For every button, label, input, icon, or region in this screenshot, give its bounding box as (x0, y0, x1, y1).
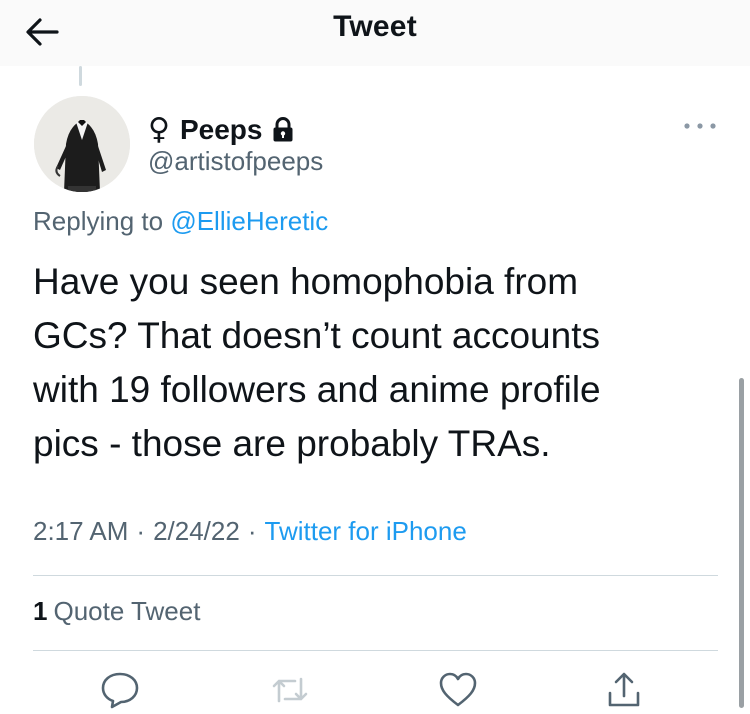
meta-separator: · (247, 516, 257, 546)
venus-symbol: ♀ (148, 112, 170, 147)
tweet-time[interactable]: 2:17 AM (33, 516, 128, 547)
tweet-text: Have you seen homophobia from GCs? That … (33, 261, 601, 464)
page-title: Tweet (333, 10, 417, 43)
author-name-row[interactable]: ♀ Peeps (148, 110, 294, 150)
tweet-source-link[interactable]: Twitter for iPhone (265, 516, 467, 547)
retweet-button (266, 668, 314, 712)
retweet-icon (272, 677, 308, 703)
replying-to-prefix: Replying to (33, 206, 164, 236)
author-handle[interactable]: @artistofpeeps (148, 146, 323, 177)
quote-label: Quote Tweet (53, 596, 201, 626)
thread-connector-line (79, 66, 82, 86)
meta-separator: · (136, 516, 146, 546)
tweet-metadata: 2:17 AM · 2/24/22 · Twitter for iPhone (33, 516, 467, 547)
replying-to-mention[interactable]: @EllieHeretic (170, 206, 328, 236)
like-icon (439, 672, 477, 707)
replying-to-line: Replying to @EllieHeretic (33, 206, 328, 237)
reply-button[interactable] (96, 668, 144, 712)
lock-icon (273, 117, 293, 142)
author-display-name[interactable]: Peeps (180, 114, 263, 146)
divider (33, 650, 718, 651)
tweet-detail-page: Tweet ♀ Peeps @artistofpeeps Replying to… (0, 0, 750, 714)
like-button[interactable] (434, 668, 482, 712)
share-icon (608, 672, 640, 707)
top-bar: Tweet (0, 0, 750, 66)
share-button[interactable] (600, 668, 648, 712)
avatar[interactable] (34, 96, 130, 192)
avatar-image (34, 96, 130, 192)
quote-tweets-link[interactable]: 1 Quote Tweet (33, 596, 200, 627)
divider (33, 575, 718, 576)
more-options-button[interactable] (680, 112, 720, 140)
more-dots-icon (684, 123, 716, 129)
tweet-date[interactable]: 2/24/22 (153, 516, 240, 547)
scrollbar[interactable] (739, 378, 744, 708)
tweet-action-bar (0, 664, 750, 714)
quote-count: 1 (33, 596, 48, 626)
reply-icon (101, 672, 139, 709)
